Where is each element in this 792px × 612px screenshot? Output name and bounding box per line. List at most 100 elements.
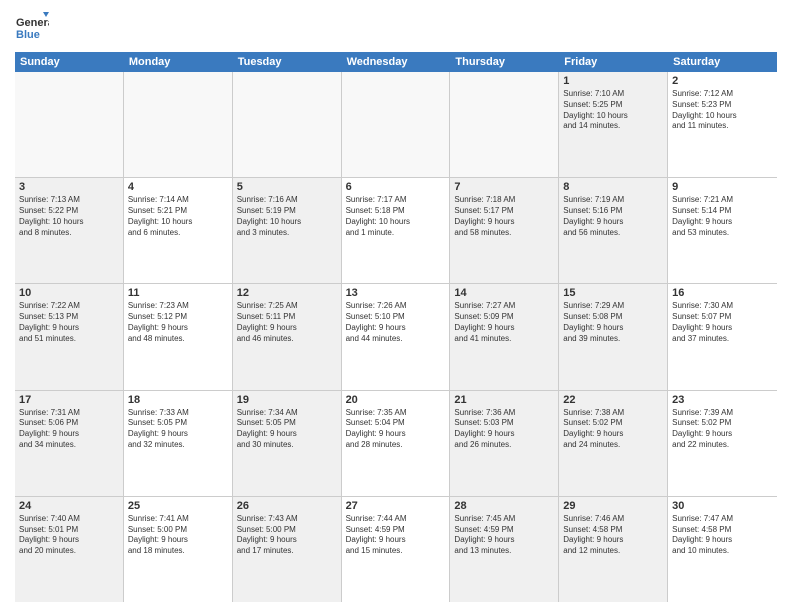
calendar-row-5: 24 Sunrise: 7:40 AM Sunset: 5:01 PM Dayli… <box>15 497 777 602</box>
day-info: Sunrise: 7:25 AM Sunset: 5:11 PM Dayligh… <box>237 301 337 344</box>
day-info: Sunrise: 7:14 AM Sunset: 5:21 PM Dayligh… <box>128 195 228 238</box>
day-cell-17: 17 Sunrise: 7:31 AM Sunset: 5:06 PM Dayli… <box>15 391 124 496</box>
day-cell-5: 5 Sunrise: 7:16 AM Sunset: 5:19 PM Daylig… <box>233 178 342 283</box>
day-cell-7: 7 Sunrise: 7:18 AM Sunset: 5:17 PM Daylig… <box>450 178 559 283</box>
calendar-row-3: 10 Sunrise: 7:22 AM Sunset: 5:13 PM Dayli… <box>15 284 777 390</box>
day-cell-20: 20Sunrise: 7:35 AM Sunset: 5:04 PM Dayli… <box>342 391 451 496</box>
day-number: 29 <box>563 500 663 512</box>
day-cell-14: 14 Sunrise: 7:27 AM Sunset: 5:09 PM Dayli… <box>450 284 559 389</box>
day-info: Sunrise: 7:22 AM Sunset: 5:13 PM Dayligh… <box>19 301 119 344</box>
weekday-header-tuesday: Tuesday <box>233 52 342 72</box>
day-number: 10 <box>19 287 119 299</box>
day-info: Sunrise: 7:46 AM Sunset: 4:58 PM Dayligh… <box>563 514 663 557</box>
calendar-page: General Blue SundayMondayTuesdayWednesda… <box>0 0 792 612</box>
day-info: Sunrise: 7:30 AM Sunset: 5:07 PM Dayligh… <box>672 301 773 344</box>
day-info: Sunrise: 7:39 AM Sunset: 5:02 PM Dayligh… <box>672 408 773 451</box>
day-cell-28: 28 Sunrise: 7:45 AM Sunset: 4:59 PM Dayli… <box>450 497 559 602</box>
day-info: Sunrise: 7:19 AM Sunset: 5:16 PM Dayligh… <box>563 195 663 238</box>
day-info: Sunrise: 7:16 AM Sunset: 5:19 PM Dayligh… <box>237 195 337 238</box>
calendar: SundayMondayTuesdayWednesdayThursdayFrid… <box>15 52 777 602</box>
svg-text:General: General <box>16 17 49 29</box>
day-info: Sunrise: 7:44 AM Sunset: 4:59 PM Dayligh… <box>346 514 446 557</box>
weekday-header-wednesday: Wednesday <box>342 52 451 72</box>
day-number: 27 <box>346 500 446 512</box>
day-info: Sunrise: 7:35 AM Sunset: 5:04 PM Dayligh… <box>346 408 446 451</box>
day-info: Sunrise: 7:10 AM Sunset: 5:25 PM Dayligh… <box>563 89 663 132</box>
day-info: Sunrise: 7:23 AM Sunset: 5:12 PM Dayligh… <box>128 301 228 344</box>
day-cell-23: 23 Sunrise: 7:39 AM Sunset: 5:02 PM Dayli… <box>668 391 777 496</box>
day-info: Sunrise: 7:41 AM Sunset: 5:00 PM Dayligh… <box>128 514 228 557</box>
day-number: 7 <box>454 181 554 193</box>
day-number: 3 <box>19 181 119 193</box>
day-cell-3: 3Sunrise: 7:13 AM Sunset: 5:22 PM Daylig… <box>15 178 124 283</box>
weekday-header-sunday: Sunday <box>15 52 124 72</box>
day-cell-27: 27 Sunrise: 7:44 AM Sunset: 4:59 PM Dayli… <box>342 497 451 602</box>
day-number: 16 <box>672 287 773 299</box>
day-number: 4 <box>128 181 228 193</box>
day-number: 19 <box>237 394 337 406</box>
day-cell-21: 21Sunrise: 7:36 AM Sunset: 5:03 PM Dayli… <box>450 391 559 496</box>
day-info: Sunrise: 7:18 AM Sunset: 5:17 PM Dayligh… <box>454 195 554 238</box>
day-number: 30 <box>672 500 773 512</box>
day-number: 5 <box>237 181 337 193</box>
day-cell-11: 11 Sunrise: 7:23 AM Sunset: 5:12 PM Dayli… <box>124 284 233 389</box>
day-number: 28 <box>454 500 554 512</box>
day-cell-16: 16 Sunrise: 7:30 AM Sunset: 5:07 PM Dayli… <box>668 284 777 389</box>
day-info: Sunrise: 7:27 AM Sunset: 5:09 PM Dayligh… <box>454 301 554 344</box>
day-number: 2 <box>672 75 773 87</box>
day-number: 25 <box>128 500 228 512</box>
header: General Blue <box>15 10 777 44</box>
day-cell-15: 15 Sunrise: 7:29 AM Sunset: 5:08 PM Dayli… <box>559 284 668 389</box>
day-info: Sunrise: 7:38 AM Sunset: 5:02 PM Dayligh… <box>563 408 663 451</box>
day-cell-19: 19 Sunrise: 7:34 AM Sunset: 5:05 PM Dayli… <box>233 391 342 496</box>
day-number: 9 <box>672 181 773 193</box>
calendar-header: SundayMondayTuesdayWednesdayThursdayFrid… <box>15 52 777 72</box>
svg-text:Blue: Blue <box>16 29 40 41</box>
day-info: Sunrise: 7:34 AM Sunset: 5:05 PM Dayligh… <box>237 408 337 451</box>
day-number: 13 <box>346 287 446 299</box>
day-info: Sunrise: 7:12 AM Sunset: 5:23 PM Dayligh… <box>672 89 773 132</box>
day-number: 11 <box>128 287 228 299</box>
day-cell-4: 4 Sunrise: 7:14 AM Sunset: 5:21 PM Daylig… <box>124 178 233 283</box>
day-info: Sunrise: 7:31 AM Sunset: 5:06 PM Dayligh… <box>19 408 119 451</box>
logo: General Blue <box>15 10 49 44</box>
empty-cell-r0c0 <box>15 72 124 177</box>
day-cell-26: 26 Sunrise: 7:43 AM Sunset: 5:00 PM Dayli… <box>233 497 342 602</box>
day-cell-8: 8 Sunrise: 7:19 AM Sunset: 5:16 PM Daylig… <box>559 178 668 283</box>
day-info: Sunrise: 7:43 AM Sunset: 5:00 PM Dayligh… <box>237 514 337 557</box>
day-number: 24 <box>19 500 119 512</box>
empty-cell-r0c2 <box>233 72 342 177</box>
day-info: Sunrise: 7:45 AM Sunset: 4:59 PM Dayligh… <box>454 514 554 557</box>
day-number: 26 <box>237 500 337 512</box>
day-info: Sunrise: 7:47 AM Sunset: 4:58 PM Dayligh… <box>672 514 773 557</box>
calendar-row-4: 17 Sunrise: 7:31 AM Sunset: 5:06 PM Dayli… <box>15 391 777 497</box>
day-info: Sunrise: 7:40 AM Sunset: 5:01 PM Dayligh… <box>19 514 119 557</box>
day-info: Sunrise: 7:17 AM Sunset: 5:18 PM Dayligh… <box>346 195 446 238</box>
day-cell-9: 9 Sunrise: 7:21 AM Sunset: 5:14 PM Daylig… <box>668 178 777 283</box>
day-number: 15 <box>563 287 663 299</box>
calendar-row-1: 1 Sunrise: 7:10 AM Sunset: 5:25 PM Daylig… <box>15 72 777 178</box>
empty-cell-r0c3 <box>342 72 451 177</box>
day-cell-30: 30 Sunrise: 7:47 AM Sunset: 4:58 PM Dayli… <box>668 497 777 602</box>
day-cell-1: 1 Sunrise: 7:10 AM Sunset: 5:25 PM Daylig… <box>559 72 668 177</box>
day-number: 22 <box>563 394 663 406</box>
day-number: 8 <box>563 181 663 193</box>
day-number: 1 <box>563 75 663 87</box>
day-cell-22: 22 Sunrise: 7:38 AM Sunset: 5:02 PM Dayli… <box>559 391 668 496</box>
day-cell-24: 24 Sunrise: 7:40 AM Sunset: 5:01 PM Dayli… <box>15 497 124 602</box>
weekday-header-friday: Friday <box>559 52 668 72</box>
day-cell-2: 2 Sunrise: 7:12 AM Sunset: 5:23 PM Daylig… <box>668 72 777 177</box>
day-info: Sunrise: 7:21 AM Sunset: 5:14 PM Dayligh… <box>672 195 773 238</box>
weekday-header-monday: Monday <box>124 52 233 72</box>
day-number: 17 <box>19 394 119 406</box>
day-number: 14 <box>454 287 554 299</box>
day-number: 21 <box>454 394 554 406</box>
day-info: Sunrise: 7:29 AM Sunset: 5:08 PM Dayligh… <box>563 301 663 344</box>
day-cell-25: 25 Sunrise: 7:41 AM Sunset: 5:00 PM Dayli… <box>124 497 233 602</box>
day-cell-13: 13Sunrise: 7:26 AM Sunset: 5:10 PM Dayli… <box>342 284 451 389</box>
empty-cell-r0c4 <box>450 72 559 177</box>
day-number: 23 <box>672 394 773 406</box>
day-number: 18 <box>128 394 228 406</box>
day-cell-12: 12 Sunrise: 7:25 AM Sunset: 5:11 PM Dayli… <box>233 284 342 389</box>
day-number: 12 <box>237 287 337 299</box>
